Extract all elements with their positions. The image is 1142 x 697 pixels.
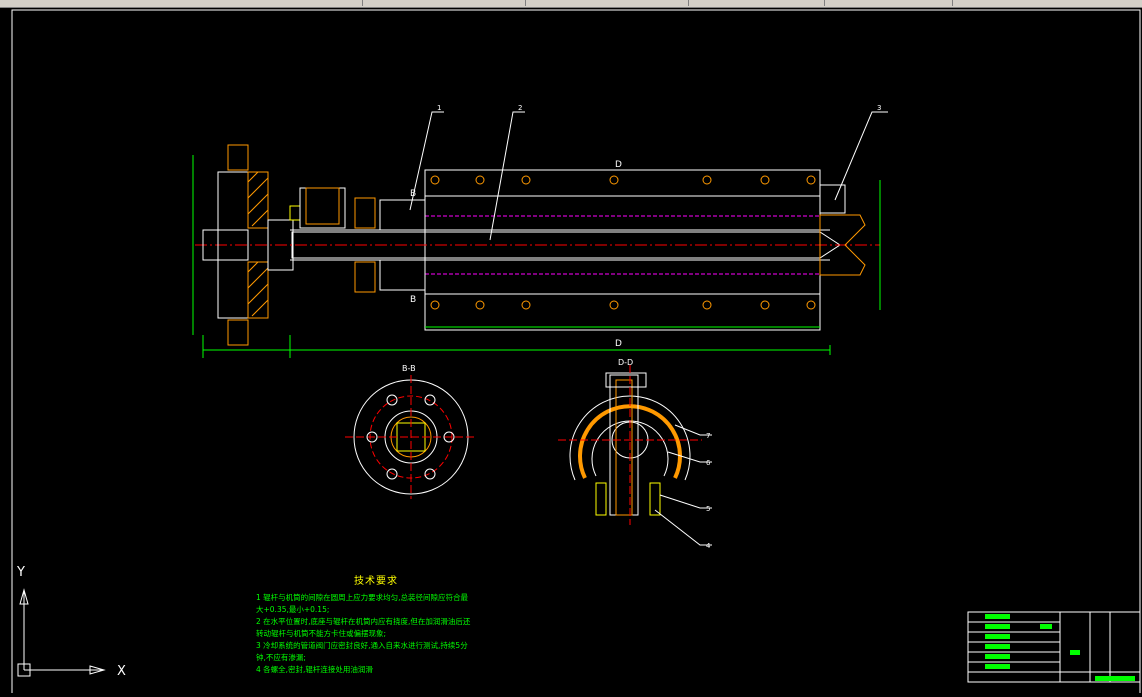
tech-line: 大+0.35,最小+0.15; bbox=[256, 605, 330, 614]
cad-drawing: 1 2 3 D D B B B-B D-D 7 6 5 4 Y X bbox=[11, 9, 1141, 697]
ucs-icon bbox=[17, 588, 106, 677]
drawing-frame bbox=[11, 9, 1141, 697]
ucs-y-label: Y bbox=[16, 565, 25, 580]
tech-line: 3 冷却系统的管道阀门应密封良好,通入自来水进行测试,持续5分 bbox=[256, 641, 468, 650]
leader-lines bbox=[654, 424, 712, 546]
dimensions bbox=[192, 155, 881, 358]
tech-line: 2 在水平位置时,底座与辊杆在机筒内应有挠度,但在加润滑油后还 bbox=[256, 617, 471, 626]
balloon: 7 bbox=[706, 432, 710, 440]
bearing bbox=[354, 261, 376, 293]
balloon: 4 bbox=[706, 542, 711, 550]
balloon: 6 bbox=[706, 459, 711, 467]
ucs-x-label: X bbox=[117, 664, 126, 679]
bolt bbox=[595, 482, 607, 516]
section-title: B-B bbox=[402, 364, 416, 373]
section-marker: B bbox=[410, 189, 416, 199]
toolbar-strip bbox=[0, 0, 1142, 8]
balloon: 5 bbox=[706, 505, 710, 513]
section-title: D-D bbox=[618, 358, 633, 367]
balloon: 2 bbox=[518, 104, 522, 112]
balloon: 3 bbox=[877, 104, 881, 112]
section-marker: D bbox=[615, 160, 622, 170]
toolbar-segment[interactable] bbox=[0, 0, 363, 6]
toolbar-segment[interactable] bbox=[828, 0, 953, 6]
tech-title: 技术要求 bbox=[354, 576, 398, 587]
toolbar-segment[interactable] bbox=[528, 0, 689, 6]
tech-line: 1 辊杆与机筒的间隙在圆周上应力要求均匀,总装径间隙应符合最 bbox=[256, 593, 469, 602]
tech-line: 4 各螺全,密封,辊杆连接处用油润滑 bbox=[256, 665, 373, 674]
bolt bbox=[289, 205, 301, 221]
balloon: 1 bbox=[437, 104, 441, 112]
tech-line: 转动辊杆与机筒不能方卡住或偏摆现象; bbox=[256, 629, 387, 638]
coupling bbox=[299, 187, 346, 229]
tech-line: 钟,不应有渗漏; bbox=[256, 653, 306, 662]
nozzle-bolt bbox=[819, 184, 846, 214]
toolbar-segment[interactable] bbox=[692, 0, 825, 6]
section-marker: D bbox=[615, 339, 622, 349]
technical-requirements: 技术要求 1 辊杆与机筒的间隙在圆周上应力要求均匀,总装径间隙应符合最 大+0.… bbox=[256, 576, 496, 676]
toolbar-segment[interactable] bbox=[365, 0, 526, 6]
section-marker: B bbox=[410, 295, 416, 305]
bearing bbox=[354, 197, 376, 229]
drawing-canvas[interactable]: 1 2 3 D D B B B-B D-D 7 6 5 4 Y X bbox=[0, 8, 1142, 697]
